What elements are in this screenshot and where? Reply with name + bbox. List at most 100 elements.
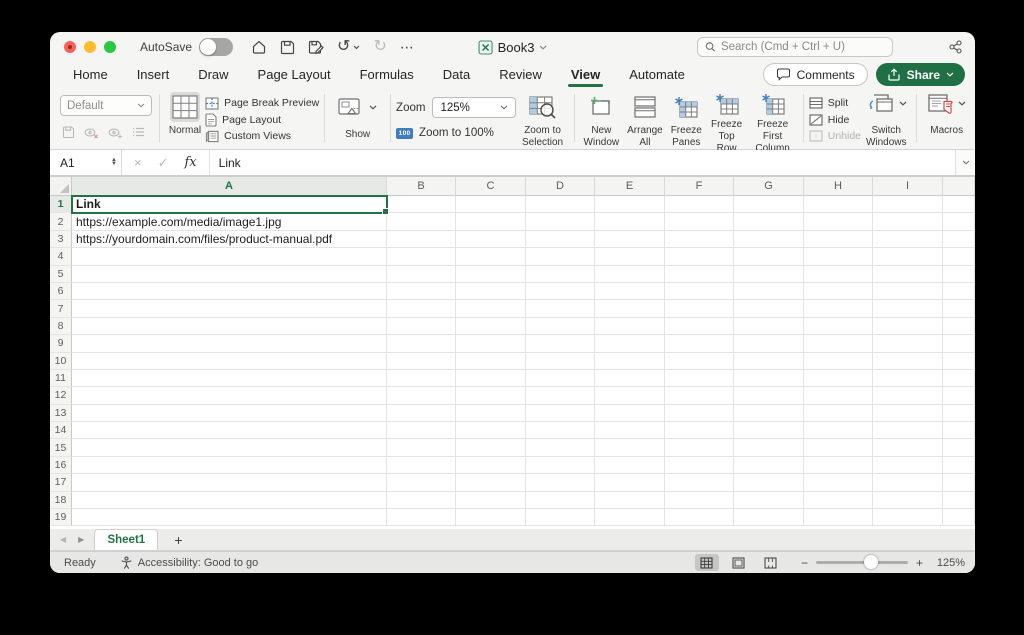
cell-D8[interactable] [526,318,595,335]
cell-E13[interactable] [595,405,665,422]
column-header-H[interactable]: H [804,177,873,196]
cell-H6[interactable] [804,283,873,300]
more-toolbar-icon[interactable]: ⋯ [400,40,414,54]
cell-E7[interactable] [595,300,665,317]
cell-C9[interactable] [456,335,526,352]
cell-C13[interactable] [456,405,526,422]
cell-end-13[interactable] [943,405,975,422]
cell-H9[interactable] [804,335,873,352]
cell-E14[interactable] [595,422,665,439]
cell-B2[interactable] [387,213,456,230]
column-header-C[interactable]: C [456,177,526,196]
cell-end-17[interactable] [943,474,975,491]
cell-F10[interactable] [665,353,734,370]
cell-E16[interactable] [595,457,665,474]
cell-I12[interactable] [873,387,943,404]
cell-C4[interactable] [456,248,526,265]
tab-insert[interactable]: Insert [136,63,171,89]
cell-H5[interactable] [804,266,873,283]
row-header-5[interactable]: 5 [50,266,72,283]
cell-E6[interactable] [595,283,665,300]
cell-E15[interactable] [595,439,665,456]
cell-F13[interactable] [665,405,734,422]
cell-A18[interactable] [72,492,387,509]
cell-G7[interactable] [734,300,804,317]
cell-D10[interactable] [526,353,595,370]
cell-A13[interactable] [72,405,387,422]
cell-D14[interactable] [526,422,595,439]
column-header-I[interactable]: I [873,177,943,196]
row-header-13[interactable]: 13 [50,405,72,422]
cell-F19[interactable] [665,509,734,526]
cell-G5[interactable] [734,266,804,283]
cell-end-16[interactable] [943,457,975,474]
cell-G8[interactable] [734,318,804,335]
cell-D17[interactable] [526,474,595,491]
cell-B15[interactable] [387,439,456,456]
enter-icon[interactable]: ✓ [158,155,169,171]
cell-end-14[interactable] [943,422,975,439]
cell-F12[interactable] [665,387,734,404]
cell-G10[interactable] [734,353,804,370]
cell-B7[interactable] [387,300,456,317]
tab-automate[interactable]: Automate [628,63,686,89]
formula-input[interactable]: Link [209,150,975,175]
cell-end-9[interactable] [943,335,975,352]
cell-I9[interactable] [873,335,943,352]
cell-end-11[interactable] [943,370,975,387]
cell-E19[interactable] [595,509,665,526]
cell-F6[interactable] [665,283,734,300]
row-header-19[interactable]: 19 [50,509,72,526]
column-header-F[interactable]: F [665,177,734,196]
zoom-slider-thumb[interactable] [864,555,878,569]
cell-A9[interactable] [72,335,387,352]
cell-H12[interactable] [804,387,873,404]
cell-end-18[interactable] [943,492,975,509]
cell-end-7[interactable] [943,300,975,317]
save-icon[interactable] [280,40,295,55]
cell-E8[interactable] [595,318,665,335]
cell-B4[interactable] [387,248,456,265]
cell-G6[interactable] [734,283,804,300]
cell-A8[interactable] [72,318,387,335]
column-header-D[interactable]: D [526,177,595,196]
macros-button[interactable]: Macros [922,89,971,149]
cell-G12[interactable] [734,387,804,404]
cell-D9[interactable] [526,335,595,352]
freeze-first-column-button[interactable]: Freeze First Column [747,89,797,149]
cell-B6[interactable] [387,283,456,300]
cell-B3[interactable] [387,231,456,248]
cell-end-1[interactable] [943,196,975,213]
cell-H18[interactable] [804,492,873,509]
close-button[interactable] [64,41,76,53]
cell-D2[interactable] [526,213,595,230]
cell-I2[interactable] [873,213,943,230]
row-header-16[interactable]: 16 [50,457,72,474]
show-button[interactable]: Show [330,89,385,149]
cell-D16[interactable] [526,457,595,474]
cell-C7[interactable] [456,300,526,317]
cell-B11[interactable] [387,370,456,387]
cell-F18[interactable] [665,492,734,509]
cell-A3[interactable]: https://yourdomain.com/files/product-man… [72,231,387,248]
search-input[interactable] [721,41,885,53]
cell-G17[interactable] [734,474,804,491]
cell-H2[interactable] [804,213,873,230]
cell-B5[interactable] [387,266,456,283]
cell-A17[interactable] [72,474,387,491]
home-icon[interactable] [251,39,267,55]
cell-D19[interactable] [526,509,595,526]
sheet-view-dropdown[interactable]: Default [60,95,152,116]
undo-button[interactable]: ↺ [337,39,360,55]
next-sheet-icon[interactable]: ▶ [78,535,84,544]
name-box-stepper[interactable]: ▲ ▼ [111,159,117,166]
split-button[interactable]: Split [809,96,861,110]
cell-G3[interactable] [734,231,804,248]
column-header-G[interactable]: G [734,177,804,196]
cell-E9[interactable] [595,335,665,352]
cell-B16[interactable] [387,457,456,474]
cell-F1[interactable] [665,196,734,213]
comments-button[interactable]: Comments [763,63,868,86]
cell-E4[interactable] [595,248,665,265]
cell-C17[interactable] [456,474,526,491]
